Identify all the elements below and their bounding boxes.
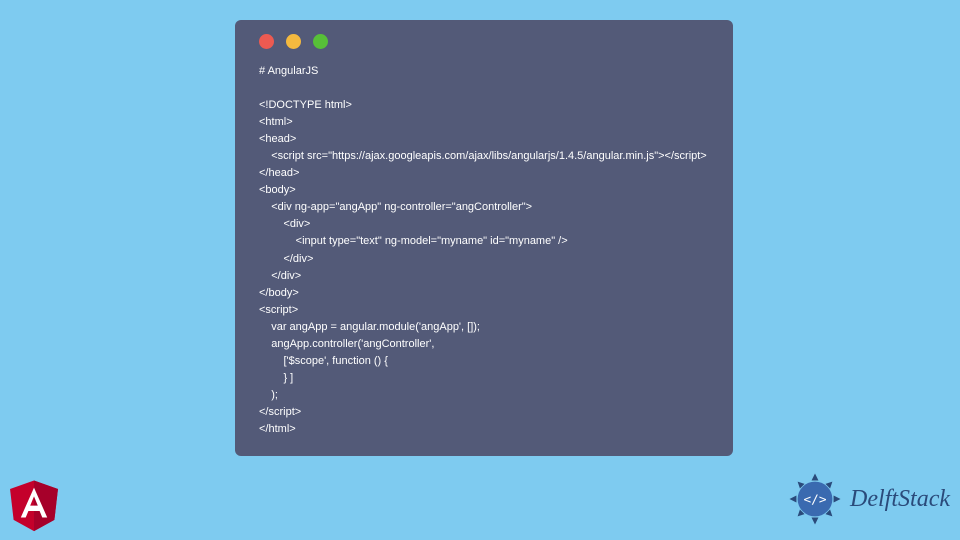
- delftstack-badge-icon: </>: [786, 470, 844, 528]
- window-traffic-lights: [253, 34, 715, 49]
- delftstack-brand: </> DelftStack: [786, 470, 950, 528]
- maximize-light-icon: [313, 34, 328, 49]
- close-light-icon: [259, 34, 274, 49]
- angular-logo-icon: [6, 474, 62, 534]
- minimize-light-icon: [286, 34, 301, 49]
- delftstack-brand-name: DelftStack: [850, 486, 950, 513]
- svg-text:</>: </>: [804, 493, 827, 508]
- code-window: # AngularJS <!DOCTYPE html> <html> <head…: [235, 20, 733, 456]
- code-content: # AngularJS <!DOCTYPE html> <html> <head…: [253, 63, 715, 438]
